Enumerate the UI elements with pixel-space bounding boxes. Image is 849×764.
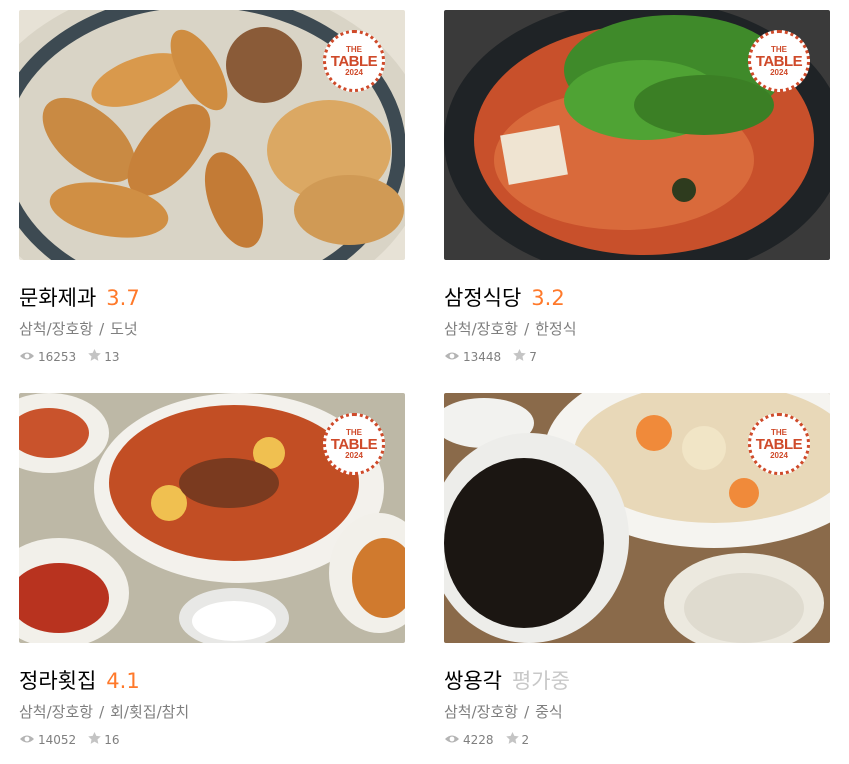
review-count: 16 xyxy=(104,732,120,747)
eye-icon xyxy=(19,350,35,364)
meta-separator: / xyxy=(524,320,530,338)
restaurant-name[interactable]: 문화제과 xyxy=(19,282,96,312)
badge-line: TABLE xyxy=(330,435,378,453)
badge-line: 2024 xyxy=(345,67,363,77)
restaurant-area: 삼척/장호항 xyxy=(444,320,519,338)
the-table-2024-badge: THE TABLE 2024 xyxy=(323,30,385,92)
eye-icon xyxy=(444,350,460,364)
restaurant-rating: 3.7 xyxy=(106,286,140,310)
the-table-2024-badge: THE TABLE 2024 xyxy=(323,413,385,475)
restaurant-area: 삼척/장호항 xyxy=(444,703,519,721)
meta-separator: / xyxy=(524,703,530,721)
star-icon xyxy=(88,349,101,364)
restaurant-card[interactable]: THE TABLE 2024 문화제과 3.7 삼척/장호항 / 도넛 16253 … xyxy=(19,10,405,364)
badge-line: TABLE xyxy=(755,435,803,453)
meta-separator: / xyxy=(99,320,105,338)
restaurant-card[interactable]: THE TABLE 2024 삼정식당 3.2 삼척/장호항 / 한정식 13448… xyxy=(444,10,830,364)
restaurant-area: 삼척/장호항 xyxy=(19,703,94,721)
view-count: 4228 xyxy=(463,732,494,747)
restaurant-card[interactable]: THE TABLE 2024 정라횟집 4.1 삼척/장호항 / 회/횟집/참치 1… xyxy=(19,393,405,747)
restaurant-card[interactable]: THE TABLE 2024 쌍용각 평가중 삼척/장호항 / 중식 4228 2 xyxy=(444,393,830,747)
restaurant-stats: 13448 7 xyxy=(444,349,830,364)
badge-line: 2024 xyxy=(345,450,363,460)
restaurant-rating: 4.1 xyxy=(106,669,140,693)
badge-line: 2024 xyxy=(770,67,788,77)
restaurant-photo[interactable]: THE TABLE 2024 xyxy=(444,393,830,643)
review-count: 7 xyxy=(529,349,537,364)
star-icon xyxy=(505,732,519,747)
restaurant-stats: 14052 16 xyxy=(19,732,405,747)
restaurant-photo[interactable]: THE TABLE 2024 xyxy=(444,10,830,260)
restaurant-category: 회/횟집/참치 xyxy=(110,703,190,721)
badge-line: TABLE xyxy=(330,52,378,70)
restaurant-category: 도넛 xyxy=(110,320,138,338)
view-count: 14052 xyxy=(38,732,77,747)
restaurant-category: 중식 xyxy=(535,703,563,721)
view-count: 16253 xyxy=(38,349,77,364)
restaurant-rating: 3.2 xyxy=(531,286,565,310)
restaurant-name[interactable]: 쌍용각 xyxy=(444,665,502,695)
eye-icon xyxy=(19,733,35,747)
restaurant-meta: 삼척/장호항 / 한정식 xyxy=(444,318,830,339)
restaurant-category: 한정식 xyxy=(535,320,577,338)
restaurant-area: 삼척/장호항 xyxy=(19,320,94,338)
review-count: 2 xyxy=(521,732,530,747)
view-count: 13448 xyxy=(463,349,502,364)
star-icon xyxy=(88,732,101,747)
review-count: 13 xyxy=(104,349,120,364)
badge-line: 2024 xyxy=(770,450,788,460)
restaurant-rating-pending: 평가중 xyxy=(511,669,570,693)
restaurant-photo[interactable]: THE TABLE 2024 xyxy=(19,393,405,643)
restaurant-meta: 삼척/장호항 / 중식 xyxy=(444,701,830,722)
restaurant-meta: 삼척/장호항 / 도넛 xyxy=(19,318,405,339)
star-icon xyxy=(513,349,526,364)
restaurant-name[interactable]: 정라횟집 xyxy=(19,665,96,695)
restaurant-meta: 삼척/장호항 / 회/횟집/참치 xyxy=(19,701,405,722)
restaurant-stats: 4228 2 xyxy=(444,732,830,747)
meta-separator: / xyxy=(99,703,105,721)
eye-icon xyxy=(444,733,460,747)
restaurant-name[interactable]: 삼정식당 xyxy=(444,282,521,312)
badge-line: TABLE xyxy=(755,52,803,70)
the-table-2024-badge: THE TABLE 2024 xyxy=(748,30,810,92)
restaurant-stats: 16253 13 xyxy=(19,349,405,364)
restaurant-photo[interactable]: THE TABLE 2024 xyxy=(19,10,405,260)
the-table-2024-badge: THE TABLE 2024 xyxy=(748,413,810,475)
